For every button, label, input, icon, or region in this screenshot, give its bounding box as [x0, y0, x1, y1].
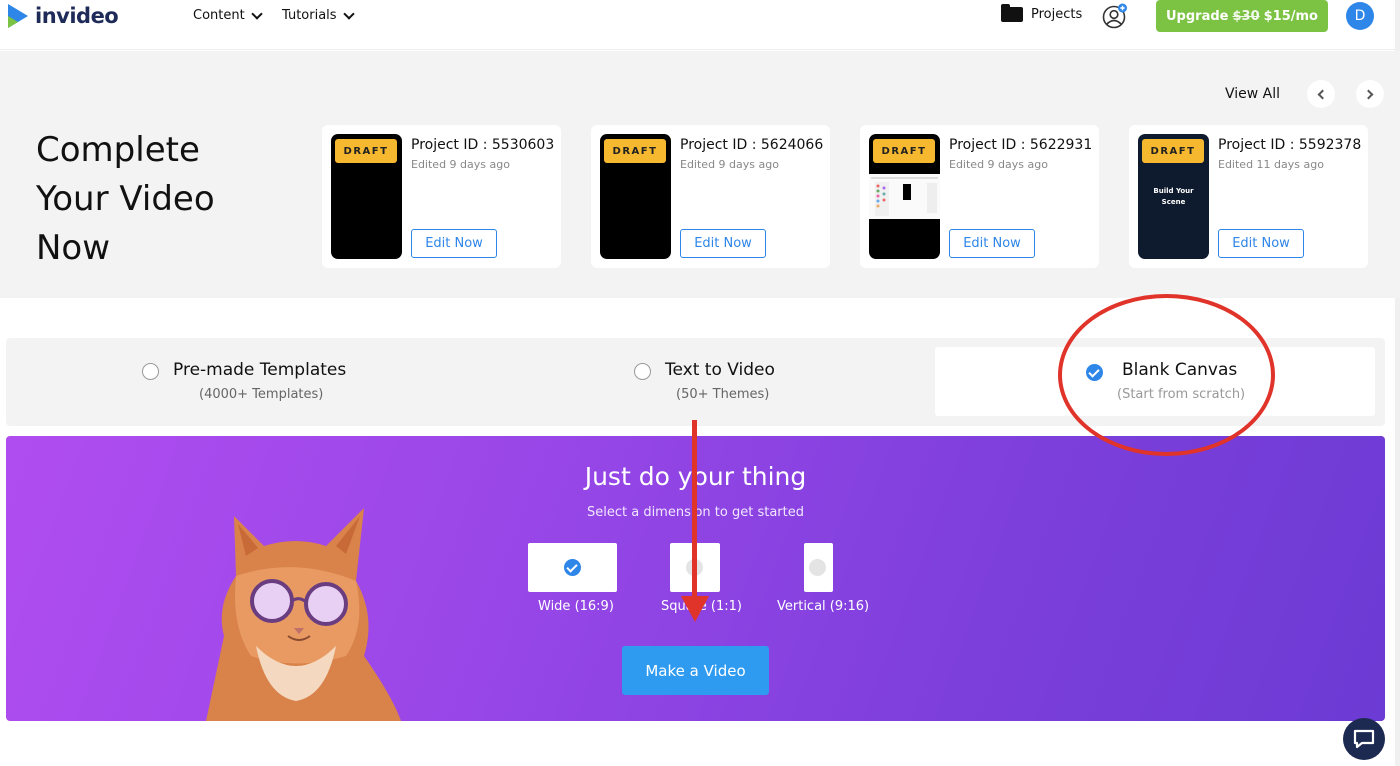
editor-preview-image	[869, 174, 940, 219]
project-card[interactable]: DRAFT Build Your Scene Project ID : 5592…	[1129, 125, 1368, 268]
option-subtitle: (50+ Themes)	[676, 387, 770, 402]
annotation-arrow	[692, 420, 697, 598]
upgrade-prefix: Upgrade	[1166, 8, 1229, 24]
radio-unchecked	[809, 559, 826, 576]
check-icon	[564, 559, 581, 576]
logo[interactable]: invideo	[6, 2, 119, 30]
dimension-label: Vertical (9:16)	[777, 599, 870, 614]
project-card[interactable]: DRAFT Project ID : 5622931 Edited 9 days…	[860, 125, 1099, 268]
projects-link[interactable]: Projects	[1001, 4, 1083, 22]
chevron-down-icon	[342, 7, 355, 20]
projects-label: Projects	[1031, 7, 1083, 22]
option-title: Pre-made Templates	[173, 360, 347, 380]
headline-line: Your Video	[36, 179, 215, 219]
upgrade-new-price: $15/mo	[1263, 8, 1318, 24]
dimension-label: Wide (16:9)	[538, 599, 614, 614]
project-id: Project ID : 5592378	[1218, 137, 1362, 153]
edited-time: Edited 11 days ago	[1218, 158, 1324, 171]
chevron-right-icon	[1363, 89, 1374, 99]
chat-icon	[1353, 729, 1375, 749]
cat-with-sunglasses-image	[206, 508, 401, 721]
logo-icon	[8, 4, 28, 28]
draft-badge: DRAFT	[873, 139, 935, 163]
add-user-icon[interactable]	[1102, 3, 1128, 29]
draft-badge: DRAFT	[335, 139, 397, 163]
thumbnail-scene-text: Build Your Scene	[1153, 187, 1194, 206]
project-id: Project ID : 5622931	[949, 137, 1093, 153]
dimension-vertical-box[interactable]	[804, 543, 833, 592]
logo-text: invideo	[35, 4, 119, 28]
project-thumbnail[interactable]: DRAFT	[331, 134, 402, 259]
drafts-headline: Complete Your Video Now	[36, 126, 215, 273]
edit-now-button[interactable]: Edit Now	[680, 229, 766, 258]
project-card[interactable]: DRAFT Project ID : 5530603 Edited 9 days…	[322, 125, 561, 268]
drafts-section: Complete Your Video Now View All DRAFT P…	[0, 51, 1400, 298]
annotation-ellipse	[1058, 294, 1275, 456]
draft-badge: DRAFT	[1142, 139, 1204, 163]
edit-now-button[interactable]: Edit Now	[411, 229, 497, 258]
upgrade-old-price: $30	[1232, 8, 1260, 24]
edited-time: Edited 9 days ago	[680, 158, 779, 171]
thumbnail-screenshot	[869, 174, 940, 219]
top-header: invideo Content Tutorials Projects Upgra…	[0, 0, 1400, 50]
nav-tutorials[interactable]: Tutorials	[282, 7, 355, 23]
chevron-down-icon	[251, 7, 263, 20]
project-thumbnail[interactable]: DRAFT	[600, 134, 671, 259]
annotation-arrow-head	[681, 596, 709, 622]
nav-content[interactable]: Content	[193, 7, 263, 23]
option-text-to-video[interactable]: Text to Video (50+ Themes)	[628, 338, 798, 426]
radio-unchecked[interactable]	[634, 363, 651, 380]
make-video-button[interactable]: Make a Video	[622, 646, 769, 695]
radio-unchecked[interactable]	[142, 363, 159, 380]
project-id: Project ID : 5530603	[411, 137, 555, 153]
project-id: Project ID : 5624066	[680, 137, 824, 153]
nav-tutorials-label: Tutorials	[282, 8, 337, 23]
folder-icon	[1001, 4, 1023, 22]
chevron-left-icon	[1317, 89, 1328, 99]
headline-line: Complete	[36, 130, 200, 170]
nav-content-label: Content	[193, 8, 245, 23]
avatar[interactable]: D	[1346, 2, 1374, 30]
upgrade-button[interactable]: Upgrade $30 $15/mo	[1156, 0, 1328, 32]
view-all-link[interactable]: View All	[1225, 86, 1280, 102]
edit-now-button[interactable]: Edit Now	[1218, 229, 1304, 258]
edit-now-button[interactable]: Edit Now	[949, 229, 1035, 258]
next-button[interactable]	[1356, 80, 1384, 108]
chat-button[interactable]	[1343, 718, 1385, 760]
edited-time: Edited 9 days ago	[411, 158, 510, 171]
headline-line: Now	[36, 228, 111, 268]
project-thumbnail[interactable]: DRAFT	[869, 134, 940, 259]
dimension-wide-box[interactable]	[528, 543, 617, 592]
option-subtitle: (4000+ Templates)	[199, 387, 324, 402]
draft-badge: DRAFT	[604, 139, 666, 163]
option-premade-templates[interactable]: Pre-made Templates (4000+ Templates)	[136, 338, 376, 426]
project-thumbnail[interactable]: DRAFT Build Your Scene	[1138, 134, 1209, 259]
option-title: Text to Video	[665, 360, 775, 380]
prev-button[interactable]	[1307, 80, 1335, 108]
edited-time: Edited 9 days ago	[949, 158, 1048, 171]
project-card[interactable]: DRAFT Project ID : 5624066 Edited 9 days…	[591, 125, 830, 268]
